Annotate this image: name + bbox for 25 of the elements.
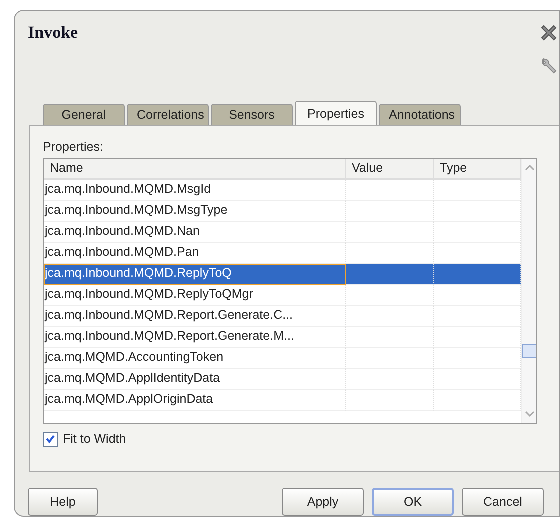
property-name-cell[interactable]: jca.mq.MQMD.ApplOriginData: [44, 390, 346, 411]
property-name-cell[interactable]: jca.mq.Inbound.MQMD.MsgId: [44, 180, 346, 201]
dialog-button[interactable]: Apply: [282, 488, 364, 516]
properties-label: Properties:: [43, 140, 104, 156]
property-name-cell[interactable]: jca.mq.Inbound.MQMD.Nan: [44, 222, 346, 243]
property-name-cell[interactable]: jca.mq.Inbound.MQMD.ReplyToQ: [44, 264, 346, 285]
ok-button[interactable]: OK: [372, 488, 454, 516]
tab[interactable]: Properties: [295, 100, 377, 125]
column-header[interactable]: Value: [346, 158, 434, 180]
window-title: Invoke: [28, 23, 78, 43]
property-name-cell[interactable]: jca.mq.MQMD.ApplIdentityData: [44, 368, 346, 390]
dialog-button[interactable]: Cancel: [462, 488, 544, 516]
tab[interactable]: Sensors: [211, 104, 293, 125]
tab[interactable]: Correlations: [127, 104, 209, 125]
property-name-cell[interactable]: jca.mq.Inbound.MQMD.ReplyToQMgr: [44, 284, 346, 306]
column-header[interactable]: Name: [44, 158, 346, 180]
fit-to-width-label: Fit to Width: [63, 432, 126, 446]
property-name-cell[interactable]: jca.mq.Inbound.MQMD.Report.Generate.C...: [44, 306, 346, 327]
property-name-cell[interactable]: jca.mq.Inbound.MQMD.MsgType: [44, 200, 346, 222]
property-name-cell[interactable]: jca.mq.MQMD.AccountingToken: [44, 348, 346, 369]
help-button[interactable]: Help: [28, 488, 98, 516]
column-header[interactable]: Type: [434, 158, 521, 180]
tab[interactable]: General: [43, 104, 125, 125]
tab[interactable]: Annotations: [379, 104, 461, 125]
property-name-cell[interactable]: jca.mq.Inbound.MQMD.Report.Generate.M...: [44, 326, 346, 348]
